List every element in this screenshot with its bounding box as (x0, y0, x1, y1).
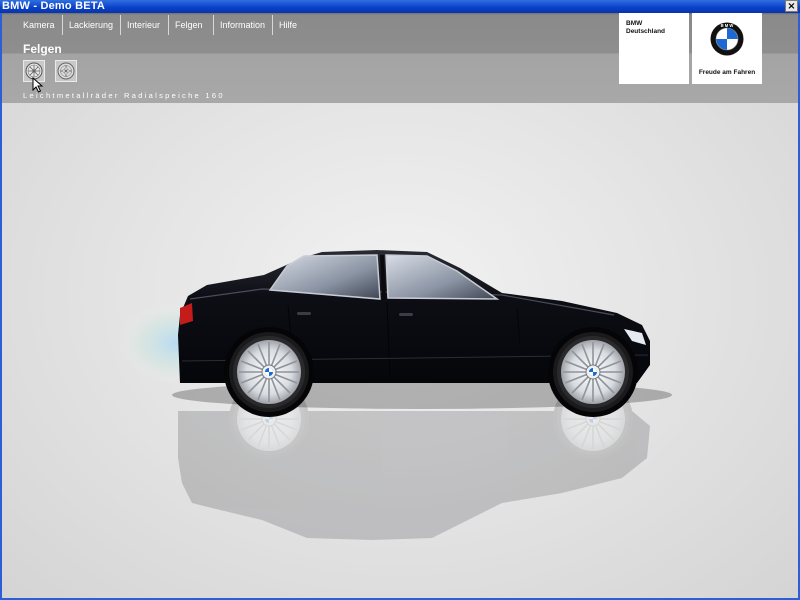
window-title: BMW - Demo BETA (2, 0, 106, 12)
menu-item-information[interactable]: Information (213, 15, 265, 35)
dealer-box: BMW Deutschland (619, 13, 689, 84)
menu-item-hilfe[interactable]: Hilfe (272, 15, 297, 35)
header-panel: Kamera Lackierung Interieur Felgen Infor… (2, 13, 798, 103)
front-wheel (552, 331, 634, 413)
title-bar: BMW - Demo BETA × (0, 0, 800, 13)
rim-caption: Leichtmetallräder Radialspeiche 160 (23, 91, 225, 100)
dealer-name: BMW Deutschland (626, 20, 666, 35)
menu-item-kamera[interactable]: Kamera (17, 15, 55, 35)
rim-option-multi-spoke[interactable] (55, 60, 77, 82)
menu-item-lackierung[interactable]: Lackierung (62, 15, 113, 35)
multi-spoke-wheel-icon (57, 62, 75, 80)
car-viewport[interactable] (2, 103, 798, 598)
slogan: Freude am Fahren (698, 69, 756, 76)
menu-item-felgen[interactable]: Felgen (168, 15, 203, 35)
logo-box: B M W Freude am Fahren (692, 13, 762, 84)
svg-text:B M W: B M W (721, 23, 734, 28)
menu-item-interieur[interactable]: Interieur (120, 15, 160, 35)
section-title: Felgen (23, 42, 62, 56)
close-button[interactable]: × (785, 0, 798, 12)
app-window: Kamera Lackierung Interieur Felgen Infor… (0, 13, 800, 600)
bmw-logo-icon: B M W (710, 22, 744, 56)
rear-wheel (228, 331, 310, 413)
